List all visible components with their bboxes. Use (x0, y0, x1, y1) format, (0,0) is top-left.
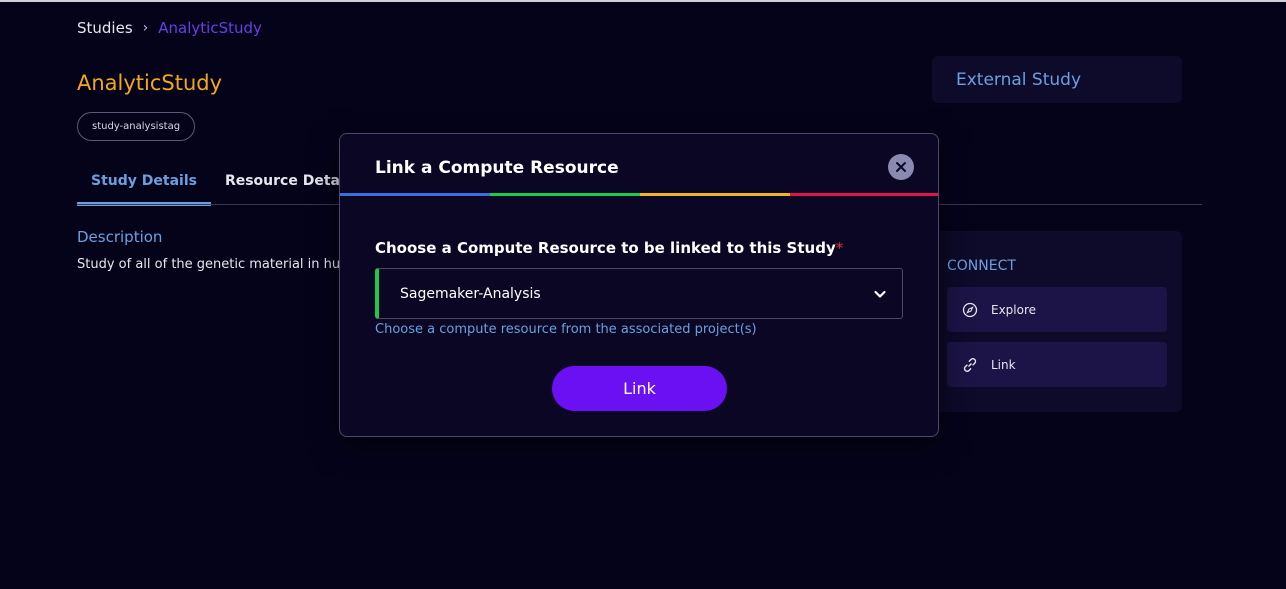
study-tag: study-analysistag (77, 112, 196, 141)
breadcrumb-current: AnalyticStudy (158, 19, 262, 37)
page-title: AnalyticStudy (77, 71, 223, 95)
tab-study-details[interactable]: Study Details (77, 166, 211, 206)
breadcrumb: Studies › AnalyticStudy (77, 19, 262, 37)
rainbow-segment (640, 193, 790, 196)
explore-button[interactable]: Explore (947, 287, 1167, 332)
select-value: Sagemaker-Analysis (400, 285, 541, 302)
link-compute-resource-modal: Link a Compute Resource Choose a Compute… (339, 133, 939, 437)
link-button[interactable]: Link (947, 342, 1167, 387)
connect-title: CONNECT (947, 258, 1016, 274)
external-study-card: External Study (932, 56, 1182, 103)
modal-rainbow-divider (340, 193, 938, 196)
close-button[interactable] (888, 154, 914, 180)
chevron-down-icon (872, 286, 888, 302)
external-study-label: External Study (956, 69, 1082, 90)
explore-label: Explore (991, 302, 1037, 317)
description-text: Study of all of the genetic material in … (77, 257, 347, 272)
connect-panel: CONNECT Explore Link (932, 231, 1182, 412)
rainbow-segment (490, 193, 640, 196)
rainbow-segment (340, 193, 490, 196)
link-submit-button[interactable]: Link (552, 366, 727, 411)
description-heading: Description (77, 228, 163, 246)
select-helper-text: Choose a compute resource from the assoc… (375, 322, 757, 337)
tab-bar: Study Details Resource Details (77, 166, 372, 206)
rainbow-segment (790, 193, 938, 196)
required-marker: * (835, 239, 844, 257)
field-label-text: Choose a Compute Resource to be linked t… (375, 239, 836, 257)
top-border (0, 0, 1286, 2)
breadcrumb-separator: › (142, 20, 149, 36)
modal-title: Link a Compute Resource (375, 158, 619, 178)
compute-resource-select[interactable]: Sagemaker-Analysis (375, 268, 903, 319)
close-icon (895, 161, 907, 173)
compass-icon (961, 301, 979, 319)
chain-link-icon (961, 356, 979, 374)
link-label: Link (991, 357, 1016, 372)
compute-resource-field-label: Choose a Compute Resource to be linked t… (375, 239, 843, 257)
breadcrumb-studies-link[interactable]: Studies (77, 19, 133, 37)
